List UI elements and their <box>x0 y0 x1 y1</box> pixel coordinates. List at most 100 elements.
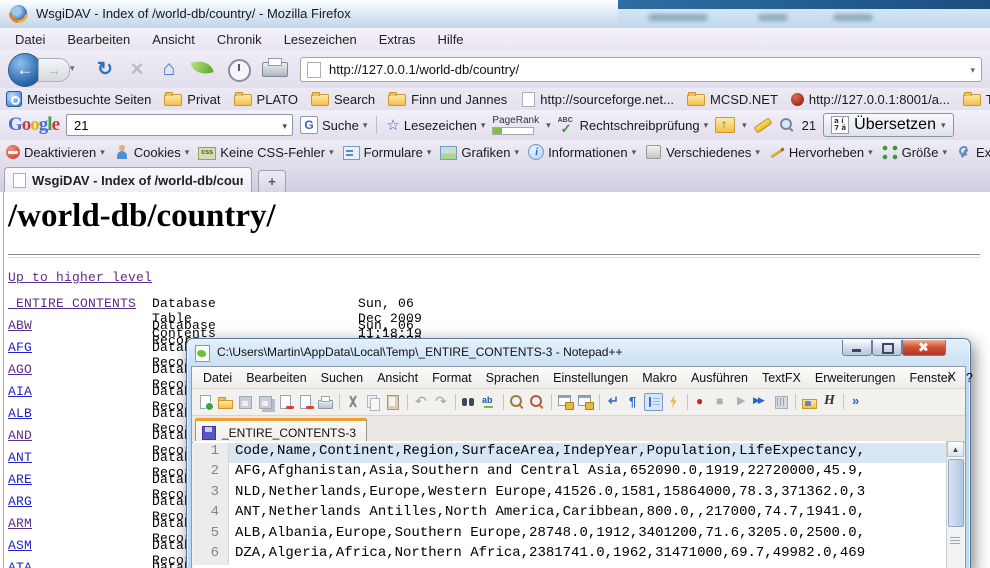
google-bookmarks-button[interactable]: ☆ Lesezeichen ▾ <box>386 116 485 134</box>
line-text[interactable]: NLD,Netherlands,Europe,Western Europe,41… <box>229 484 947 504</box>
bookmark-item[interactable]: http://sourceforge.net... <box>520 92 674 107</box>
dropdown-arrow-icon[interactable]: ▾ <box>481 120 486 131</box>
sep-icon[interactable] <box>336 393 343 411</box>
scroll-up-icon[interactable]: ▲ <box>947 441 964 457</box>
listing-link[interactable]: AFG <box>8 340 32 355</box>
saveall-icon[interactable] <box>256 393 275 411</box>
bookmark-item[interactable]: MCSD.NET <box>687 92 778 107</box>
sep-icon[interactable] <box>404 393 411 411</box>
bookmark-item[interactable]: Tree Samples <box>963 92 990 107</box>
copy-icon[interactable] <box>364 393 383 411</box>
up-to-higher-level-link[interactable]: Up to higher level <box>8 270 152 285</box>
sage-leaf-icon[interactable] <box>190 58 213 78</box>
menu-item[interactable]: Extras <box>368 30 427 49</box>
menu-item[interactable]: Datei <box>196 369 239 387</box>
line-text[interactable]: ALB,Albania,Europe,Southern Europe,28748… <box>229 525 947 545</box>
listing-link[interactable]: ABW <box>8 318 32 333</box>
wrap-icon[interactable] <box>604 393 623 411</box>
line-text[interactable]: ANT,Netherlands Antilles,North America,C… <box>229 504 947 524</box>
listing-link[interactable]: ATA <box>8 560 32 568</box>
devtoolbar-item[interactable]: Verschiedenes ▾ <box>645 144 760 160</box>
notepadpp-titlebar[interactable]: C:\Users\Martin\AppData\Local\Temp\_ENTI… <box>187 339 970 366</box>
google-search-box[interactable]: 21 ▾ <box>66 114 293 136</box>
history-dropdown-icon[interactable]: ▾ <box>70 63 75 74</box>
sep-icon[interactable] <box>500 393 507 411</box>
menu-item[interactable]: Suchen <box>314 369 370 387</box>
listing-link[interactable]: ARM <box>8 516 32 531</box>
dropdown-arrow-icon[interactable]: ▾ <box>704 120 709 131</box>
zoomout-icon[interactable] <box>528 393 547 411</box>
menu-item[interactable]: TextFX <box>755 369 808 387</box>
open-icon[interactable] <box>216 393 235 411</box>
closeall-icon[interactable] <box>296 393 315 411</box>
rec-icon[interactable] <box>692 393 711 411</box>
save-icon[interactable] <box>236 393 255 411</box>
listing-link[interactable]: ALB <box>8 406 32 421</box>
stop-button[interactable]: × <box>124 56 150 82</box>
savemacro-icon[interactable] <box>772 393 791 411</box>
syncv-icon[interactable] <box>556 393 575 411</box>
bookmark-item[interactable]: Search <box>311 92 375 107</box>
dropdown-arrow-icon[interactable]: ▾ <box>868 147 873 158</box>
menu-item[interactable]: ? <box>959 369 980 387</box>
dropdown-arrow-icon[interactable]: ▾ <box>941 120 946 131</box>
cut-icon[interactable] <box>344 393 363 411</box>
sep-icon[interactable] <box>548 393 555 411</box>
listing-link[interactable]: ANT <box>8 450 32 465</box>
menu-item[interactable]: Einstellungen <box>546 369 635 387</box>
editor-area[interactable]: 1 Code,Name,Continent,Region,SurfaceArea… <box>193 441 964 568</box>
sep-icon[interactable] <box>452 393 459 411</box>
find-icon[interactable] <box>460 393 479 411</box>
menu-item[interactable]: Ausführen <box>684 369 755 387</box>
dropdown-arrow-icon[interactable]: ▾ <box>515 147 520 158</box>
send-to-folder-icon[interactable] <box>715 117 735 133</box>
listing-link[interactable]: ARG <box>8 494 32 509</box>
listing-link[interactable]: AND <box>8 428 32 443</box>
menu-item[interactable]: Hilfe <box>427 30 475 49</box>
sep-icon[interactable] <box>684 393 691 411</box>
listing-link[interactable]: ASM <box>8 538 32 553</box>
menu-item[interactable]: Erweiterungen <box>808 369 903 387</box>
menu-item[interactable]: Ansicht <box>141 30 206 49</box>
devtoolbar-item[interactable]: Cookies ▾ <box>114 145 190 160</box>
line-text[interactable]: AFG,Afghanistan,Asia,Southern and Centra… <box>229 463 947 483</box>
listing-link[interactable]: AIA <box>8 384 32 399</box>
menu-item[interactable]: Bearbeiten <box>239 369 313 387</box>
url-bar[interactable]: http://127.0.0.1/world-db/country/ ▾ <box>300 57 982 82</box>
dropdown-arrow-icon[interactable]: ▾ <box>546 120 551 131</box>
devtoolbar-item[interactable]: Hervorheben ▾ <box>769 145 873 160</box>
sep-icon[interactable] <box>596 393 603 411</box>
devtoolbar-item[interactable]: Keine CSS-Fehler ▾ <box>198 145 333 160</box>
pagerank-indicator[interactable]: PageRank <box>492 116 539 135</box>
bookmark-item[interactable]: Meistbesuchte Seiten <box>6 91 151 107</box>
devtoolbar-item[interactable]: Größe ▾ <box>882 145 947 160</box>
html-icon[interactable] <box>820 393 839 411</box>
print-icon[interactable] <box>316 393 335 411</box>
dropdown-arrow-icon[interactable]: ▾ <box>742 120 747 131</box>
bookmark-item[interactable]: Finn und Jannes <box>388 92 507 107</box>
bookmark-item[interactable]: Privat <box>164 92 220 107</box>
listing-link[interactable]: AGO <box>8 362 32 377</box>
bookmark-item[interactable]: PLATO <box>234 92 298 107</box>
magnifier-icon[interactable] <box>779 117 795 133</box>
dropdown-arrow-icon[interactable]: ▾ <box>427 147 432 158</box>
menu-item[interactable]: Datei <box>4 30 56 49</box>
devtoolbar-item[interactable]: Deaktivieren ▾ <box>6 145 105 160</box>
dropdown-arrow-icon[interactable]: ▾ <box>329 147 334 158</box>
google-search-value[interactable]: 21 <box>74 118 88 133</box>
dropdown-arrow-icon[interactable]: ▾ <box>755 147 760 158</box>
devtoolbar-item[interactable]: Informationen ▾ <box>528 144 636 160</box>
menu-item[interactable]: Sprachen <box>479 369 547 387</box>
home-button[interactable]: ⌂ <box>156 56 182 82</box>
menu-item[interactable]: Ansicht <box>370 369 425 387</box>
new-tab-button[interactable]: + <box>258 170 286 193</box>
reload-button[interactable]: ↻ <box>92 56 118 82</box>
spellcheck-button[interactable]: Rechtschreibprüfung ▾ <box>558 117 709 133</box>
close-icon[interactable] <box>276 393 295 411</box>
redo-icon[interactable] <box>432 393 451 411</box>
bookmark-item[interactable]: http://127.0.0.1:8001/a... <box>791 92 950 107</box>
forward-button[interactable]: → <box>38 58 70 82</box>
close-document-button[interactable]: X <box>948 370 956 384</box>
new-icon[interactable] <box>196 393 215 411</box>
devtoolbar-item[interactable]: Extras ▾ <box>956 145 990 160</box>
